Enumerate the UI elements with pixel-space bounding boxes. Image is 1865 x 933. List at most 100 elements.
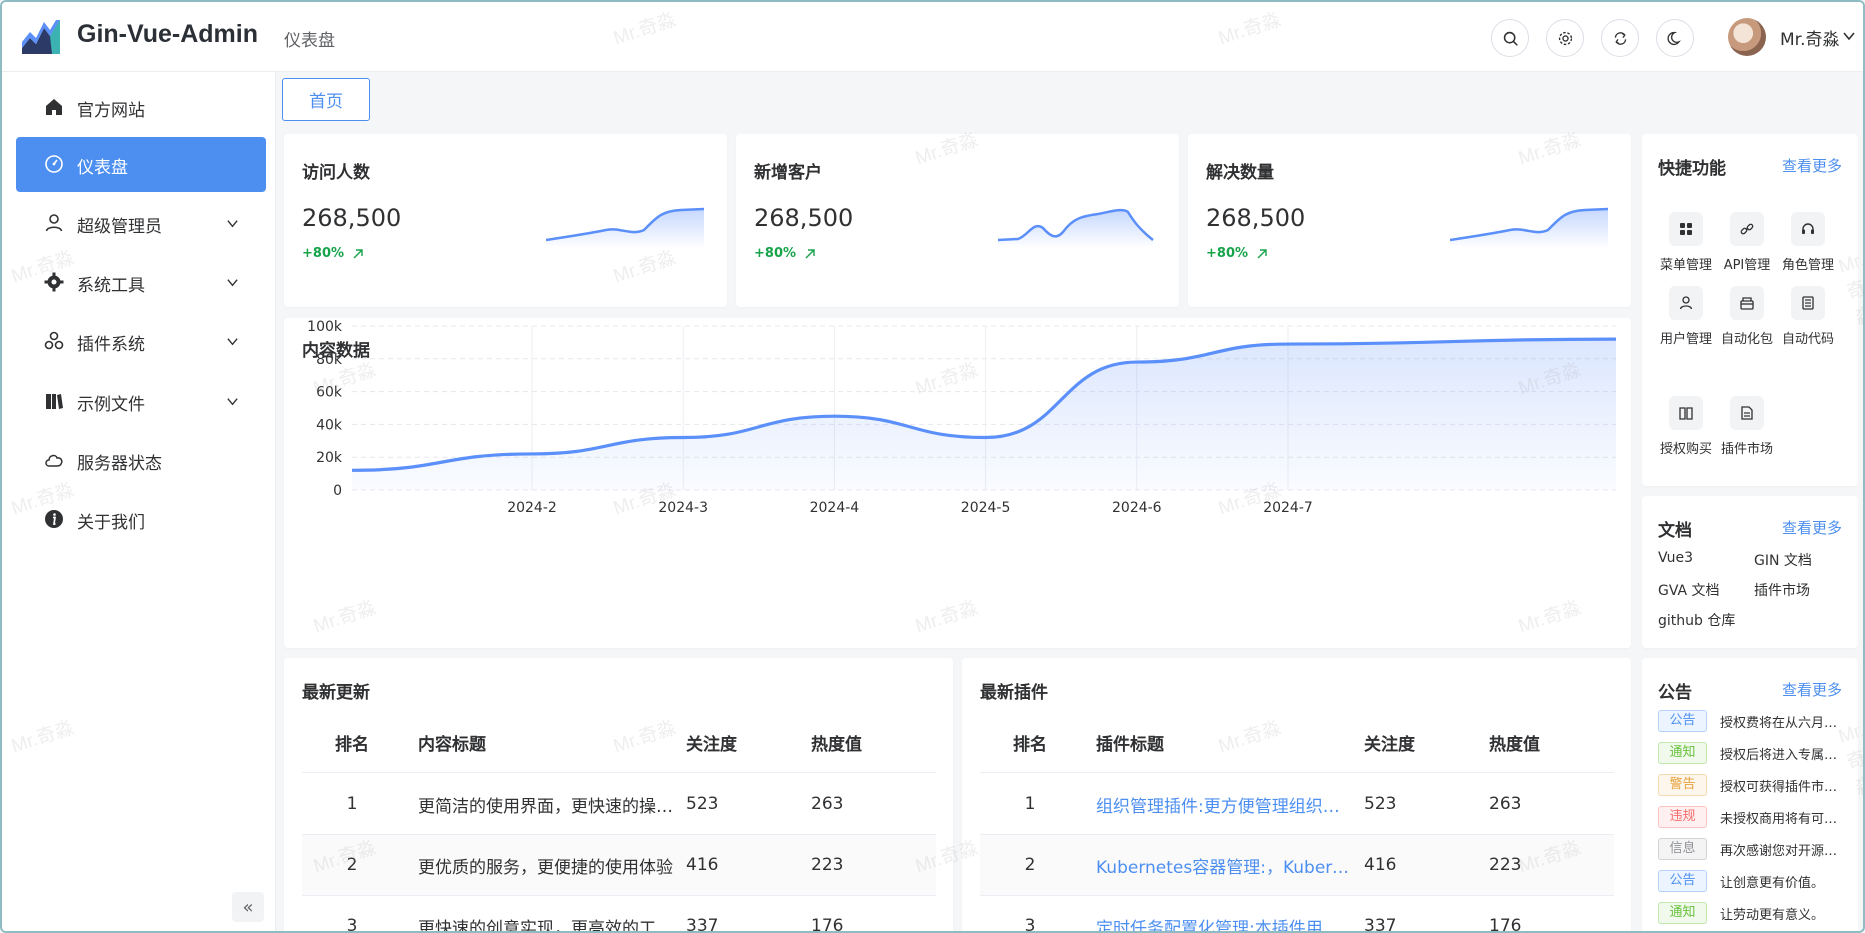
quick-more-link[interactable]: 查看更多 bbox=[1782, 155, 1842, 176]
stat-title: 新增客户 bbox=[754, 163, 822, 183]
x-tick-label: 2024-7 bbox=[1263, 500, 1313, 516]
y-tick-label: 20k bbox=[316, 450, 343, 466]
quick-item-auto-package[interactable]: 自动化包 bbox=[1715, 286, 1779, 347]
sidebar-item-official-site[interactable]: 官方网站 bbox=[16, 80, 266, 135]
sidebar: 官方网站 仪表盘 超级管理员 系统工具 插件系统 示例文件 服务器状态 关于我们… bbox=[2, 72, 276, 931]
quick-item-label: 用户管理 bbox=[1659, 332, 1712, 347]
home-icon bbox=[46, 99, 62, 115]
content-area-chart: 0 20k 40k 60k 80k 100k 2024-2 2024-3 2024-4 2024-… bbox=[307, 319, 1617, 516]
x-tick-label: 2024-4 bbox=[810, 500, 860, 516]
trend-percent: +80% bbox=[754, 246, 797, 261]
cell-rank: 2 bbox=[346, 855, 358, 875]
notice-item[interactable]: 公告 让创意更有价值。 bbox=[1658, 870, 1840, 892]
app-title[interactable]: Gin-Vue-Admin bbox=[77, 20, 258, 49]
search-button[interactable] bbox=[1491, 19, 1529, 57]
notice-tag: 违规 bbox=[1658, 806, 1707, 828]
cell-attention: 523 bbox=[1364, 794, 1397, 814]
quick-item-label: 插件市场 bbox=[1720, 442, 1773, 457]
cell-hot: 223 bbox=[811, 855, 844, 875]
sidebar-item-label: 关于我们 bbox=[77, 513, 145, 533]
plugin-link[interactable]: Kubernetes容器管理:，Kubernetes 原生资源管理 bbox=[1080, 853, 1364, 878]
cell-attention: 337 bbox=[1364, 916, 1397, 933]
gear-icon bbox=[44, 272, 64, 292]
breadcrumb: 仪表盘 bbox=[284, 31, 335, 51]
cell-hot: 176 bbox=[811, 916, 844, 933]
trend-percent: +80% bbox=[1206, 246, 1249, 261]
notice-item[interactable]: 警告授权可获得插件市场折扣 bbox=[1658, 774, 1840, 796]
table-row[interactable]: 2 更优质的服务，更便捷的使用体验 416 223 bbox=[302, 835, 936, 896]
user-name[interactable]: Mr.奇淼 bbox=[1780, 25, 1840, 50]
avatar[interactable] bbox=[1728, 18, 1766, 56]
quick-item-user-manage[interactable]: 用户管理 bbox=[1654, 286, 1718, 347]
stat-card-resolved: 解决数量 268,500 +80% bbox=[1188, 134, 1631, 307]
user-icon bbox=[45, 214, 63, 232]
settings-button[interactable] bbox=[1546, 19, 1584, 57]
cloud-icon bbox=[45, 454, 63, 467]
collapse-sidebar-button[interactable]: « bbox=[232, 892, 264, 922]
quick-item-api-manage[interactable]: API管理 bbox=[1715, 212, 1779, 273]
y-tick-label: 80k bbox=[316, 352, 343, 368]
notice-item[interactable]: 通知 让劳动更有意义。 bbox=[1658, 902, 1840, 924]
sidebar-item-label: 示例文件 bbox=[77, 395, 145, 415]
docs-more-link[interactable]: 查看更多 bbox=[1782, 517, 1842, 538]
series-area bbox=[352, 339, 1616, 490]
sidebar-item-system-tools[interactable]: 系统工具 bbox=[16, 255, 266, 310]
cell-rank: 3 bbox=[346, 916, 358, 933]
sparkline-chart bbox=[546, 207, 705, 246]
sidebar-item-example-files[interactable]: 示例文件 bbox=[16, 374, 266, 429]
chevron-down-icon bbox=[227, 220, 238, 228]
table-row[interactable]: 3 更快速的创意实现，更高效的工作效率 337 176 bbox=[302, 896, 936, 933]
sidebar-item-server-status[interactable]: 服务器状态 bbox=[16, 433, 266, 488]
notice-more-link[interactable]: 查看更多 bbox=[1782, 679, 1842, 700]
refresh-icon bbox=[1614, 31, 1626, 45]
quick-item-label: 自动代码 bbox=[1781, 332, 1834, 347]
chevron-down-icon bbox=[227, 338, 238, 346]
quick-item-license-purchase[interactable]: 授权购买 bbox=[1654, 396, 1718, 457]
sidebar-item-super-admin[interactable]: 超级管理员 bbox=[16, 196, 266, 251]
notice-item[interactable]: 通知授权后将进入专属飞书群 bbox=[1658, 742, 1840, 764]
notice-title: 公告 bbox=[1658, 683, 1692, 703]
notice-item[interactable]: 信息再次感谢您对开源事业的支持 bbox=[1658, 838, 1840, 860]
stat-value: 268,500 bbox=[754, 204, 854, 232]
notice-item[interactable]: 违规未授权商用将有可能被起诉 bbox=[1658, 806, 1840, 828]
headset-icon bbox=[1802, 223, 1814, 234]
sidebar-item-plugin-system[interactable]: 插件系统 bbox=[16, 314, 266, 369]
docs-card: 文档 查看更多 Vue3 GIN 文档 GVA 文档 插件市场 github 仓… bbox=[1642, 496, 1858, 648]
doc-link-vue3[interactable]: Vue3 bbox=[1658, 550, 1693, 566]
sidebar-item-dashboard[interactable]: 仪表盘 bbox=[16, 137, 266, 192]
doc-link-gva[interactable]: GVA 文档 bbox=[1658, 580, 1720, 600]
refresh-button[interactable] bbox=[1601, 19, 1639, 57]
plugin-link[interactable]: 组织管理插件:更方便管理组织，分配资源权限。 bbox=[1080, 792, 1364, 817]
chevron-down-icon bbox=[227, 279, 238, 287]
table-header: 排名 内容标题 关注度 热度值 bbox=[302, 713, 936, 773]
table-header: 排名 插件标题 关注度 热度值 bbox=[980, 713, 1614, 773]
plugin-link[interactable]: 定时任务配置化管理:本插件用于对系统内部定时任务进行配置化管理 bbox=[1080, 914, 1364, 932]
notice-item[interactable]: 公告授权费将在从六月一日起 bbox=[1658, 710, 1840, 732]
doc-link-gin[interactable]: GIN 文档 bbox=[1754, 550, 1812, 570]
chevron-down-icon[interactable] bbox=[1842, 29, 1856, 43]
quick-item-plugin-market[interactable]: 插件市场 bbox=[1715, 396, 1779, 457]
table-row[interactable]: 2 Kubernetes容器管理:，Kubernetes 原生资源管理 416 … bbox=[980, 835, 1614, 896]
table-row[interactable]: 1 组织管理插件:更方便管理组织，分配资源权限。 523 263 bbox=[980, 774, 1614, 835]
table-row[interactable]: 3 定时任务配置化管理:本插件用于对系统内部定时任务进行配置化管理 337 17… bbox=[980, 896, 1614, 933]
dashboard-icon bbox=[45, 155, 63, 173]
tab-home[interactable]: 首页 bbox=[282, 78, 370, 121]
notice-tag: 通知 bbox=[1658, 742, 1707, 764]
cell-hot: 263 bbox=[1489, 794, 1522, 814]
quick-item-auto-code[interactable]: 自动代码 bbox=[1776, 286, 1840, 347]
info-icon bbox=[45, 510, 63, 528]
doc-link-github[interactable]: github 仓库 bbox=[1658, 610, 1735, 630]
cell-hot: 223 bbox=[1489, 855, 1522, 875]
table-row[interactable]: 1 更简洁的使用界面，更快速的操作体验 523 263 bbox=[302, 774, 936, 835]
sidebar-item-about[interactable]: 关于我们 bbox=[16, 492, 266, 547]
dark-mode-button[interactable] bbox=[1656, 19, 1694, 57]
quick-item-menu-manage[interactable]: 菜单管理 bbox=[1654, 212, 1718, 273]
quick-item-role-manage[interactable]: 角色管理 bbox=[1776, 212, 1840, 273]
doc-link-plugin-market[interactable]: 插件市场 bbox=[1754, 580, 1810, 600]
cell-hot: 263 bbox=[811, 794, 844, 814]
quick-title: 快捷功能 bbox=[1658, 159, 1726, 179]
files-icon bbox=[46, 394, 63, 409]
user-icon bbox=[1679, 296, 1693, 310]
quick-item-label: 角色管理 bbox=[1781, 258, 1834, 273]
package-icon bbox=[1740, 297, 1754, 310]
